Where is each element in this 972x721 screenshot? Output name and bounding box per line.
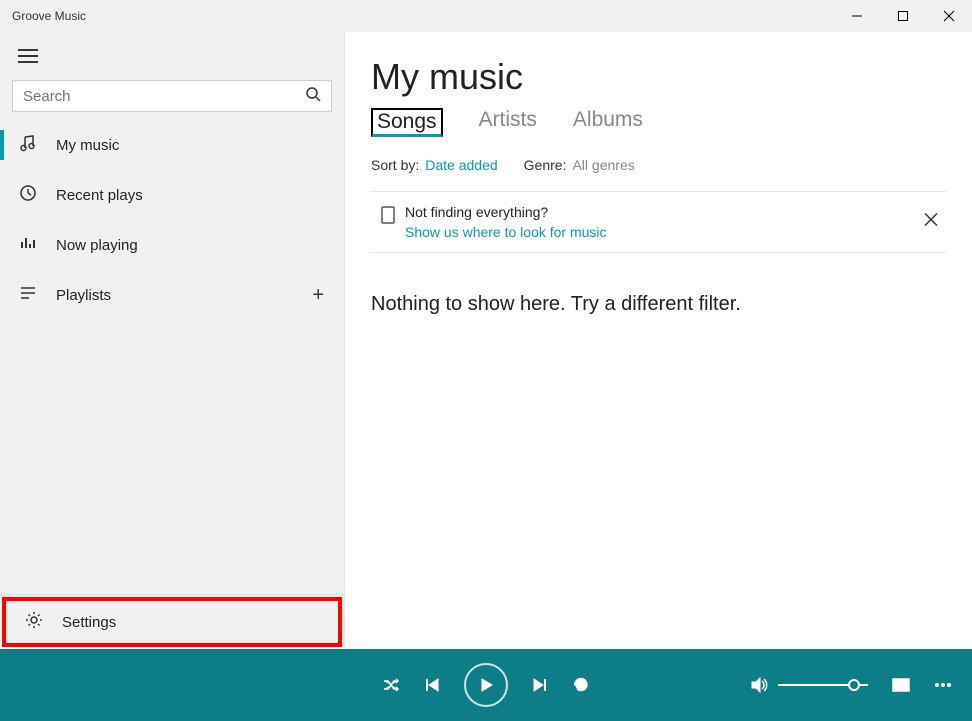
sidebar-item-label: My music <box>56 137 119 154</box>
minimize-button[interactable] <box>834 0 880 32</box>
tab-artists[interactable]: Artists <box>479 108 537 137</box>
volume-icon[interactable] <box>750 676 768 694</box>
player-bar <box>0 649 972 721</box>
page-title: My music <box>371 56 946 98</box>
tabs: Songs Artists Albums <box>371 108 946 137</box>
notice-banner: Not finding everything? Show us where to… <box>371 191 946 253</box>
sort-label: Sort by: <box>371 157 419 173</box>
sidebar: My music Recent plays Now playing Playli… <box>0 32 345 649</box>
search-icon[interactable] <box>305 86 321 107</box>
volume-thumb[interactable] <box>848 679 860 691</box>
playlist-icon <box>16 284 40 307</box>
more-options-button[interactable] <box>934 683 952 687</box>
device-icon <box>381 206 395 229</box>
filter-row: Sort by: Date added Genre: All genres <box>371 157 946 173</box>
equalizer-icon <box>16 234 40 257</box>
settings-label: Settings <box>62 614 116 631</box>
shuffle-button[interactable] <box>382 676 400 694</box>
tab-albums[interactable]: Albums <box>573 108 643 137</box>
search-box[interactable] <box>12 80 332 112</box>
notice-title: Not finding everything? <box>405 204 607 220</box>
volume-slider[interactable] <box>778 684 868 686</box>
sidebar-item-settings[interactable]: Settings <box>2 597 342 647</box>
window-controls <box>834 0 972 32</box>
repeat-button[interactable] <box>572 676 590 694</box>
sidebar-item-label: Recent plays <box>56 187 143 204</box>
volume-control[interactable] <box>750 676 868 694</box>
main-content: My music Songs Artists Albums Sort by: D… <box>345 32 972 649</box>
empty-message: Nothing to show here. Try a different fi… <box>371 293 946 316</box>
sidebar-item-playlists[interactable]: Playlists + <box>0 270 344 320</box>
notice-link[interactable]: Show us where to look for music <box>405 224 607 240</box>
title-bar: Groove Music <box>0 0 972 32</box>
sidebar-item-label: Playlists <box>56 287 111 304</box>
notice-close-button[interactable] <box>924 213 938 232</box>
music-note-icon <box>16 134 40 157</box>
fullscreen-button[interactable] <box>892 678 910 692</box>
genre-label: Genre: <box>524 157 567 173</box>
add-playlist-button[interactable]: + <box>312 284 324 307</box>
search-input[interactable] <box>23 88 305 105</box>
sidebar-item-label: Now playing <box>56 237 138 254</box>
gear-icon <box>22 611 46 634</box>
sidebar-item-my-music[interactable]: My music <box>0 120 344 170</box>
sidebar-item-recent-plays[interactable]: Recent plays <box>0 170 344 220</box>
sort-dropdown[interactable]: Date added <box>425 157 497 173</box>
next-button[interactable] <box>532 677 548 693</box>
genre-dropdown[interactable]: All genres <box>572 157 634 173</box>
clock-icon <box>16 184 40 207</box>
tab-songs[interactable]: Songs <box>371 108 443 137</box>
close-button[interactable] <box>926 0 972 32</box>
hamburger-menu-button[interactable] <box>0 32 344 80</box>
maximize-button[interactable] <box>880 0 926 32</box>
play-button[interactable] <box>464 663 508 707</box>
window-title: Groove Music <box>12 9 86 23</box>
previous-button[interactable] <box>424 677 440 693</box>
sidebar-item-now-playing[interactable]: Now playing <box>0 220 344 270</box>
